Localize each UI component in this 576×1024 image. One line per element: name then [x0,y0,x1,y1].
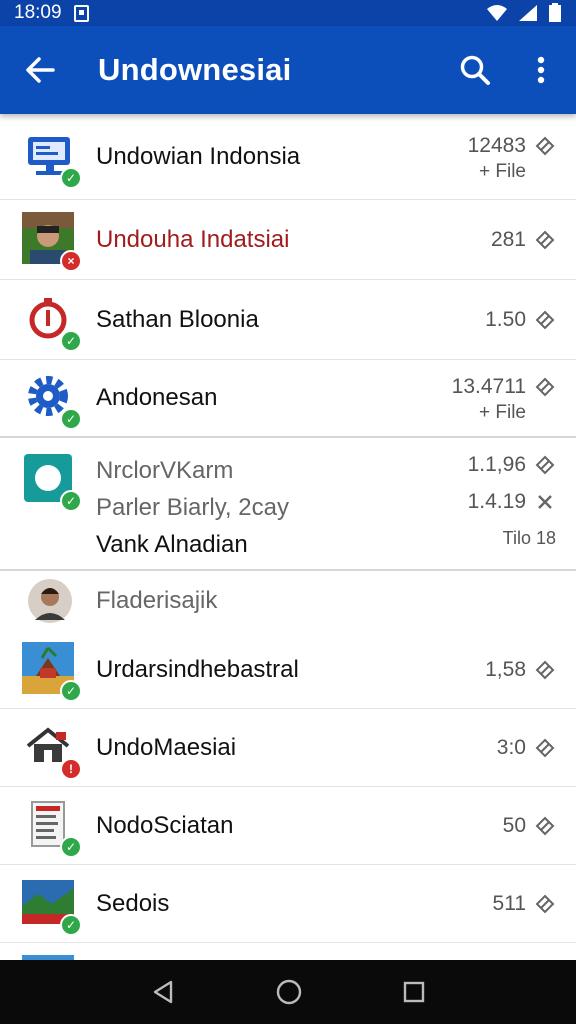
list-item[interactable]: ✓ Sedois 511 [0,865,576,943]
item-sub: + File [479,160,526,182]
item-meta: 12483 + File [468,131,556,183]
item-title: Fladerisajik [96,587,218,614]
status-ok-icon: ✓ [60,835,82,858]
item-value: 50 [502,813,526,837]
list-item[interactable]: × Undouha Indatsiai 281 [0,200,576,280]
status-bar: 18:09 [0,0,576,26]
item-value: 1.1,96 [467,453,526,476]
close-icon[interactable] [534,491,556,513]
item-meta: 50 [503,811,556,841]
item-value: 511 [492,891,526,915]
item-meta: 3:0 [497,733,556,763]
pin-icon[interactable] [534,893,556,915]
pin-icon[interactable] [534,376,556,398]
item-meta: 13.4711 + File [452,372,556,424]
landscape-photo: ✓ [22,876,82,936]
item-meta: 281 [491,225,556,255]
app-bar: Undownesiai [0,26,576,114]
item-sub: + File [479,402,526,423]
pin-icon[interactable] [534,454,556,476]
status-ok-icon: ✓ [60,490,82,512]
pin-icon[interactable] [534,737,556,759]
list-item[interactable]: ✓ Andonesan 13.4711 + File [0,360,576,438]
arrow-back-icon [26,57,55,83]
status-error-icon: ! [60,757,82,780]
navigation-bar [0,960,576,1024]
pin-icon[interactable] [534,659,556,681]
pin-icon[interactable] [534,135,556,157]
pin-icon[interactable] [534,309,556,331]
beach-photo: ✓ [22,641,82,702]
status-ok-icon: ✓ [60,408,82,430]
pin-icon[interactable] [534,815,556,837]
timer-icon: ✓ [22,292,82,352]
list-item[interactable]: ✓ NodoSciatan 50 [0,787,576,865]
notification-icon [73,4,89,22]
pin-icon[interactable] [534,229,556,251]
recents-nav-icon[interactable] [402,980,426,1004]
chat-bubble-icon: ✓ [22,452,82,512]
back-button[interactable] [0,26,80,114]
item-value: 281 [490,227,526,251]
status-icons [486,3,562,23]
back-nav-icon[interactable] [150,979,176,1005]
status-error-icon: × [60,249,82,272]
group-footer: Tilo 18 [502,528,556,548]
wifi-icon [487,5,507,21]
search-button[interactable] [444,26,506,114]
app-title: Undownesiai [98,52,292,87]
list-item[interactable]: ✓ Sathan Bloonia 1.50 [0,280,576,360]
status-ok-icon: ✓ [60,329,82,352]
more-options-button[interactable] [506,26,576,114]
list-item[interactable]: ✓ Undowian Indonsia 12483 + File [0,114,576,200]
more-vert-icon [537,56,545,84]
list-group[interactable]: ✓ NrclorVKarm Parler Biarly, 2cay Vank A… [0,438,576,571]
list-item[interactable]: ! UndoMaesiai 3:0 [0,709,576,787]
status-ok-icon: ✓ [60,913,82,936]
item-meta: 511 [493,889,556,919]
status-ok-icon: ✓ [60,166,82,189]
item-meta: 1.50 [485,305,556,335]
item-value: 1,58 [485,657,526,681]
item-value: 1.4.19 [467,490,526,513]
gear-icon: ✓ [22,370,82,430]
item-meta: 1,58 [485,655,556,685]
signal-icon [519,5,537,21]
item-meta: 1.1,96 1.4.19 Tilo 18 [468,446,556,557]
home-nav-icon[interactable] [275,978,303,1006]
house-icon: ! [22,720,82,780]
list-item[interactable]: ✓ Urdarsindhebastral 1,58 [0,631,576,709]
list-item[interactable]: Fladerisajik [0,571,576,631]
status-time: 18:09 [14,2,62,23]
status-ok-icon: ✓ [60,679,82,702]
document-icon: ✓ [22,798,82,858]
item-value: 1.50 [485,307,526,331]
item-value: 3:0 [496,735,526,759]
person-avatar [27,578,73,624]
monitor-icon: ✓ [22,129,82,189]
person-photo: × [22,211,82,272]
search-icon [460,55,490,85]
file-list: ✓ Undowian Indonsia 12483 + File × Undou… [0,114,576,983]
item-value: 12483 [467,133,526,157]
battery-icon [549,3,561,22]
item-value: 13.4711 [451,375,526,398]
